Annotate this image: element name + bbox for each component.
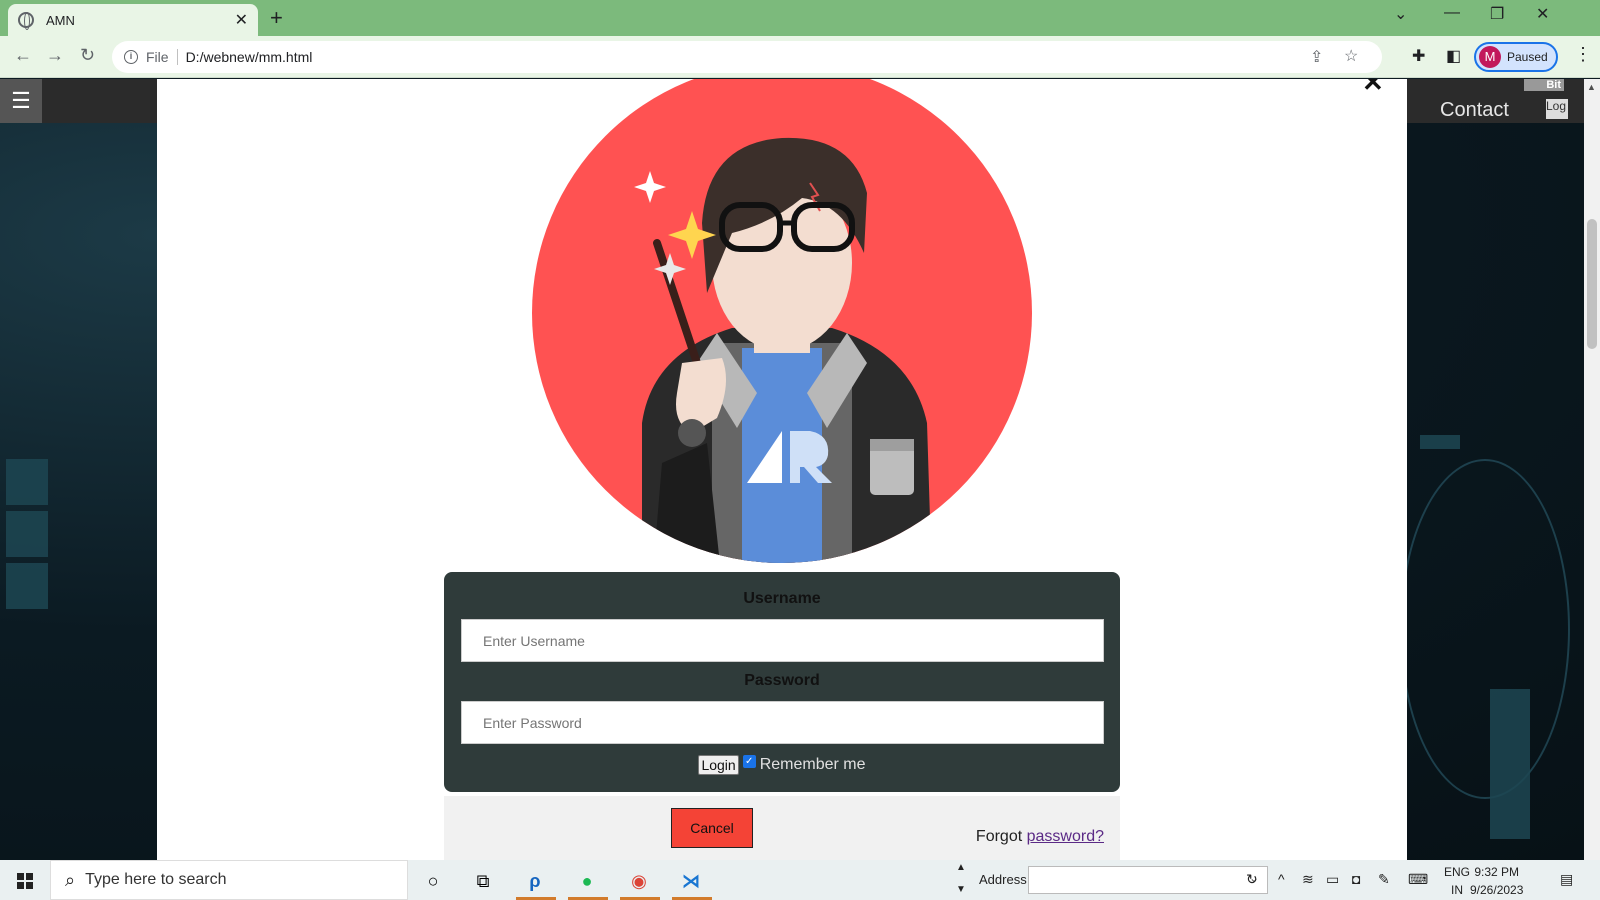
- address-toolbar-label: Address: [979, 872, 1027, 887]
- forgot-password-link[interactable]: password?: [1027, 828, 1104, 845]
- clock-time: 9:32 PM: [1474, 865, 1520, 879]
- username-input[interactable]: [461, 619, 1104, 662]
- browser-toolbar: ← → ↻ i File D:/webnew/mm.html ⇪ ☆ ✚ ◧ M…: [0, 36, 1600, 78]
- login-row: Login ✓ Remember me: [444, 755, 1120, 775]
- login-form-panel: Username Password Login✓Remember me: [444, 572, 1120, 792]
- profile-status: Paused: [1507, 50, 1548, 64]
- forgot-password: Forgot password?: [976, 828, 1104, 846]
- remember-me-label: Remember me: [759, 756, 866, 773]
- lang-top: ENG: [1444, 865, 1471, 879]
- taskbar-search-placeholder: Type here to search: [85, 871, 227, 888]
- forgot-prefix: Forgot: [975, 828, 1023, 845]
- background-decoration: [1420, 435, 1460, 449]
- avatar-illustration: [532, 79, 1032, 563]
- browser-tab-bar: AMN ✕ + ⌄ — ❐ ✕: [0, 0, 1600, 36]
- app-icon[interactable]: ρ: [522, 868, 548, 894]
- background-decoration: [6, 459, 48, 505]
- login-button[interactable]: Login: [698, 755, 739, 775]
- chrome-icon[interactable]: ◉: [626, 868, 652, 894]
- password-input[interactable]: [461, 701, 1104, 744]
- site-logo: Bit: [1524, 79, 1564, 91]
- tab-title: AMN: [46, 12, 75, 28]
- nav-contact-link[interactable]: Contact: [1440, 99, 1509, 122]
- meet-now-icon[interactable]: ◘: [1352, 871, 1360, 887]
- tab-close-icon[interactable]: ✕: [235, 10, 248, 30]
- nav-login-button[interactable]: Log: [1546, 99, 1568, 119]
- address-toolbar-input[interactable]: ⌄: [1028, 866, 1268, 894]
- clock-date: 9/26/2023: [1470, 883, 1524, 897]
- pen-icon[interactable]: ✎: [1378, 871, 1390, 888]
- background-decoration: [1400, 459, 1570, 799]
- new-tab-icon[interactable]: +: [270, 5, 283, 31]
- globe-icon: [18, 12, 34, 30]
- spotify-icon[interactable]: ●: [574, 868, 600, 894]
- vscode-icon[interactable]: ⋊: [678, 868, 704, 894]
- lang-bottom: IN: [1451, 883, 1463, 897]
- page-scrollbar[interactable]: ▲: [1584, 79, 1600, 860]
- show-hidden-icons-chevron-icon[interactable]: ^: [1278, 871, 1285, 887]
- info-icon[interactable]: i: [124, 50, 138, 64]
- modal-footer: Cancel Forgot password?: [444, 796, 1120, 860]
- password-label: Password: [744, 672, 820, 689]
- scrollbar-thumb[interactable]: [1587, 219, 1597, 349]
- url-scheme: File: [146, 49, 178, 65]
- task-view-icon[interactable]: ⧉: [470, 868, 496, 894]
- scroll-up-icon[interactable]: ▲: [1587, 82, 1596, 92]
- browser-menu-icon[interactable]: ⋮: [1574, 44, 1592, 65]
- background-decoration: [6, 563, 48, 609]
- restore-icon[interactable]: ❐: [1490, 4, 1504, 24]
- url-text[interactable]: D:/webnew/mm.html: [186, 49, 313, 65]
- start-button[interactable]: [0, 860, 50, 900]
- battery-icon[interactable]: ▭: [1326, 871, 1339, 888]
- hamburger-menu-icon[interactable]: ☰: [0, 79, 42, 123]
- profile-button[interactable]: M Paused: [1474, 42, 1558, 72]
- search-icon: ⌕: [65, 869, 76, 890]
- reload-icon[interactable]: ↻: [80, 45, 95, 66]
- taskbar-search-box[interactable]: ⌕ Type here to search: [50, 860, 408, 900]
- cancel-button[interactable]: Cancel: [671, 808, 753, 848]
- modal-close-icon[interactable]: ✕: [1362, 79, 1384, 98]
- refresh-icon[interactable]: ↻: [1246, 871, 1258, 888]
- extensions-puzzle-icon[interactable]: ✚: [1412, 46, 1425, 66]
- windows-logo-icon: [17, 873, 33, 889]
- toolbar-scroll-up-icon[interactable]: ▲: [956, 862, 966, 873]
- cortana-icon[interactable]: ○: [420, 868, 446, 894]
- back-arrow-icon[interactable]: ←: [14, 45, 32, 66]
- language-indicator[interactable]: ENG IN: [1444, 863, 1470, 899]
- address-bar[interactable]: i File D:/webnew/mm.html ⇪ ☆: [112, 41, 1382, 73]
- side-panel-icon[interactable]: ◧: [1446, 46, 1461, 66]
- minimize-icon[interactable]: —: [1444, 4, 1460, 22]
- background-decoration: [6, 511, 48, 557]
- page-background: ☰ Contact Log Bit ✕ Username Enter Usern…: [0, 79, 1584, 860]
- tab-search-chevron-icon[interactable]: ⌄: [1394, 4, 1407, 24]
- browser-tab[interactable]: AMN ✕: [8, 4, 258, 36]
- username-label: Username: [743, 590, 821, 607]
- toolbar-scroll-down-icon[interactable]: ▼: [956, 884, 966, 895]
- login-modal: ✕ Username Enter Username Password Login…: [157, 79, 1407, 860]
- notifications-icon[interactable]: ▤: [1560, 871, 1573, 888]
- background-decoration: [1490, 689, 1530, 839]
- forward-arrow-icon[interactable]: →: [46, 45, 64, 66]
- wifi-icon[interactable]: ≋: [1302, 871, 1314, 888]
- wizard-avatar-image: [532, 79, 1032, 563]
- windows-taskbar: ⌕ Type here to search ○ ⧉ ρ ● ◉ ⋊ ▲ ▼ Ad…: [0, 860, 1600, 900]
- bookmark-star-icon[interactable]: ☆: [1344, 46, 1358, 66]
- share-icon[interactable]: ⇪: [1310, 47, 1323, 67]
- system-clock[interactable]: 9:32 PM 9/26/2023: [1470, 863, 1523, 899]
- keyboard-icon[interactable]: ⌨: [1408, 871, 1428, 888]
- avatar: M: [1479, 46, 1501, 68]
- window-close-icon[interactable]: ✕: [1536, 4, 1549, 24]
- remember-me-checkbox[interactable]: ✓: [742, 755, 756, 768]
